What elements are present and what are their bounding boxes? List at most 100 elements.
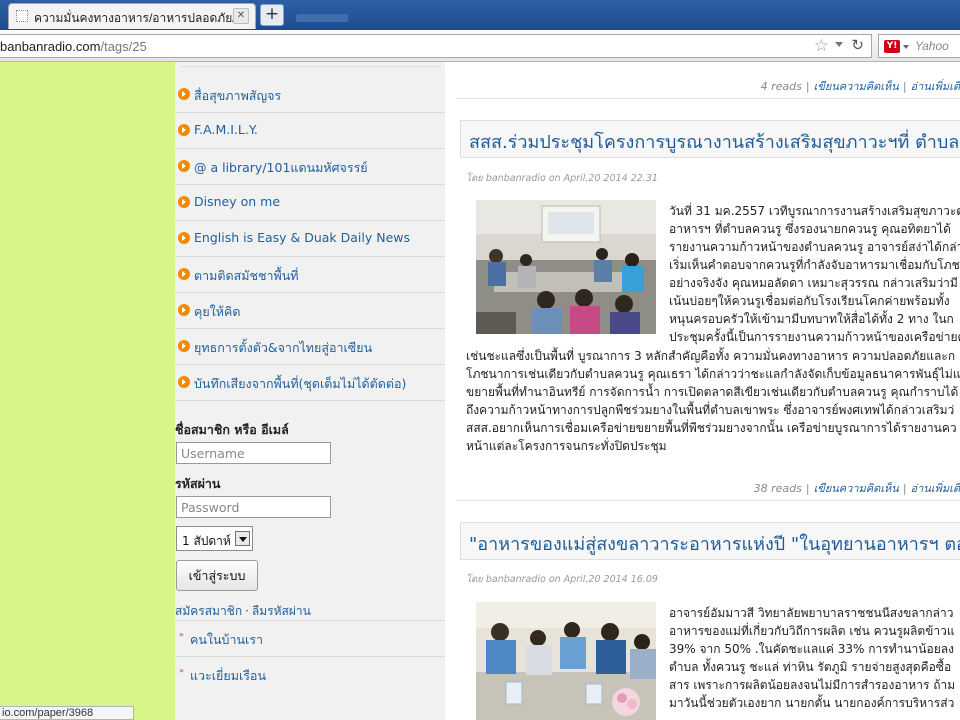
tab-title: ความมั่นคงทางอาหาร/อาหารปลอดภัย/โภช... [34,11,234,25]
menu-item-label[interactable]: Disney on me [194,194,280,209]
article-body-beside-photo: อาจารย์อัมมาวสี วิทยาลัยพยาบาลราชชนนีสงข… [669,604,955,712]
body-line: โภชนาการเช่นเดียวกับตำบลควนรู คุณเธรา ได… [466,367,960,381]
menu-item[interactable]: บันทึกเสียงจากพื้นที่(ชุดเต็มไม่ได้ตัดต่… [175,365,445,401]
remember-duration-select[interactable]: 1 สัปดาห์ [176,526,253,551]
password-input[interactable] [176,496,331,518]
menu-item[interactable]: Disney on me [175,185,445,221]
browser-tab[interactable]: ความมั่นคงทางอาหาร/อาหารปลอดภัย/โภช... ✕ [8,3,256,29]
new-tab-button[interactable]: + [260,4,284,26]
menu-item[interactable]: คุยให้คิด [175,293,445,329]
body-line: ขยายพื้นที่ทำนาอินทรีย์ การจัดการน้ำ การ… [466,385,959,399]
body-line: เริ่มเห็นคำตอบจากควนรูที่กำลังจับอาหารมา… [669,258,960,272]
forgot-password-link[interactable]: ลืมรหัสผ่าน [252,604,311,618]
orange-arrow-bullet-icon [178,88,190,100]
meeting-room-photo [476,200,656,334]
divider [456,98,960,99]
sub-menu-item-label[interactable]: คนในบ้านเรา [190,630,263,650]
body-line: เน้นบ่อยๆให้ควนรูเชื่อมต่อกับโรงเรียนโคก… [669,294,950,308]
menu-item-label[interactable]: @ a library/101แดนมหัศจรรย์ [194,158,368,178]
background-tab[interactable] [296,14,348,22]
body-line: มาวันนี้ช่วยตัวเองยาก นายกตั้น นายกองค์ก… [669,696,955,710]
article-meta-links: 38 reads | เขียนความคิดเห็น | อ่านเพิ่มเติ [753,482,960,495]
menu-item[interactable]: ตามติดสมัชชาพื้นที่ [175,257,445,293]
url-history-dropdown-icon[interactable] [835,42,843,47]
orange-arrow-bullet-icon [178,196,190,208]
body-line: ประชุมครั้งนี้เป็นการรายงานความก้าวหน้าข… [669,330,960,344]
menu-item[interactable]: English is Easy & Duak Daily News [175,221,445,257]
status-bar-url: io.com/paper/3968 [0,706,134,720]
remember-duration-value: 1 สัปดาห์ [182,534,231,548]
divider [456,500,960,501]
register-link[interactable]: สมัครสมาชิก [175,604,242,618]
body-line: หนุนครอบครัวให้เข้ามามีบทบาทให้สื่อได้ทั… [669,312,954,326]
meeting-photo [476,602,656,720]
comment-link[interactable]: เขียนความคิดเห็น [814,482,899,495]
article-title-box: "อาหารของแม่สู่สงขลาวาระอาหารแห่งปี "ในอ… [460,522,960,560]
body-line: ตำบล ทั้งควนรู ชะแล่ ท่าหิน รัตภูมิ รายจ… [669,660,952,674]
read-count: 38 reads [753,482,802,495]
menu-item-label[interactable]: English is Easy & Duak Daily News [194,230,410,245]
article-title-link[interactable]: "อาหารของแม่สู่สงขลาวาระอาหารแห่งปี "ในอ… [469,529,960,558]
article-byline: โดย banbanradio on April,20 2014 16.09 [466,574,658,585]
body-line: อาหารฯ ที่ตำบลควนรู ซึ่งรองนายกควนรู คุณ… [669,222,951,236]
login-button[interactable]: เข้าสู่ระบบ [176,560,258,591]
menu-item-label[interactable]: ยุทธการตั้งตัว&จากไทยสู่อาเซียน [194,338,372,358]
body-line: อาจารย์อัมมาวสี วิทยาลัยพยาบาลราชชนนีสงข… [669,606,954,620]
body-line: สสส.อยากเห็นการเชื่อมเครือข่ายขยายพื้นที… [466,421,957,435]
orange-arrow-bullet-icon [178,124,190,136]
orange-arrow-bullet-icon [178,160,190,172]
body-line: สาร เพราะการผลิตน้อยลงจนไม่มีการสำรองอาห… [669,678,956,692]
yahoo-logo-icon[interactable]: Y! [884,40,900,53]
search-engine-dropdown-icon[interactable] [903,45,909,49]
body-line: 39% จาก 50% .ในคัดชะแลแค่ 33% การทำนาน้อ… [669,642,954,656]
bookmark-star-icon[interactable]: ☆ [814,36,829,56]
orange-arrow-bullet-icon [178,340,190,352]
link-separator: · [245,604,249,618]
navigation-toolbar: banbanradio.com/tags/25 ☆ ↻ Y! Yahoo [0,30,960,62]
article-photo[interactable] [476,200,656,334]
menu-item[interactable]: ยุทธการตั้งตัว&จากไทยสู่อาเซียน [175,329,445,365]
password-label: รหัสผ่าน [175,476,221,491]
read-more-link[interactable]: อ่านเพิ่มเติ [911,482,960,495]
sub-menu-item[interactable]: » คนในบ้านเรา [175,620,445,656]
tab-close-icon[interactable]: ✕ [233,8,249,24]
menu-item-label[interactable]: สื่อสุขภาพสัญจร [194,86,281,106]
reload-icon[interactable]: ↻ [851,36,864,54]
body-line: หน้าแต่ละโครงการจนกระทั่งปิดประชุม [466,439,667,453]
left-background-panel [0,62,175,720]
orange-arrow-bullet-icon [178,376,190,388]
sub-menu-item[interactable]: » แวะเยี่ยมเรือน [175,656,445,692]
menu-item-label[interactable]: ตามติดสมัชชาพื้นที่ [194,266,299,286]
menu-item[interactable]: สื่อสุขภาพสัญจร [175,77,445,113]
body-line: อาหารของแม่ที่เกี่ยวกับวิถีการผลิต เช่น … [669,624,955,638]
menu-item[interactable]: @ a library/101แดนมหัศจรรย์ [175,149,445,185]
tab-bar: ความมั่นคงทางอาหาร/อาหารปลอดภัย/โภช... ✕… [0,0,960,30]
read-more-link[interactable]: อ่านเพิ่มเติ [911,80,960,93]
menu-item-label[interactable]: บันทึกเสียงจากพื้นที่(ชุดเต็มไม่ได้ตัดต่… [194,374,406,394]
menu-item-label[interactable]: F.A.M.I.L.Y. [194,122,258,137]
dropdown-arrow-icon[interactable] [235,531,250,546]
username-label: ชื่อสมาชิก หรือ อีเมล์ [175,422,289,437]
orange-arrow-bullet-icon [178,304,190,316]
comment-link[interactable]: เขียนความคิดเห็น [814,80,899,93]
red-arrow-icon: » [179,630,184,639]
menu-item-label[interactable]: คุยให้คิด [194,302,241,322]
article-body-full-width: เช่นชะแลซึ่งเป็นพื้นที่ บูรณาการ 3 หลักส… [466,347,960,455]
account-links: สมัครสมาชิก · ลืมรหัสผ่าน [175,602,311,621]
red-arrow-icon: » [179,666,184,675]
menu-item-cropped [181,62,441,67]
orange-arrow-bullet-icon [178,268,190,280]
web-page: สื่อสุขภาพสัญจร F.A.M.I.L.Y. @ a library… [0,62,960,720]
sub-menu-item-label[interactable]: แวะเยี่ยมเรือน [190,666,266,686]
article-title-link[interactable]: สสส.ร่วมประชุมโครงการบูรณางานสร้างเสริมส… [469,127,960,156]
search-box[interactable]: Y! Yahoo [878,34,960,58]
main-content: 4 reads | เขียนความคิดเห็น | อ่านเพิ่มเติ สส… [456,62,960,720]
orange-arrow-bullet-icon [178,232,190,244]
article-byline: โดย banbanradio on April,20 2014 22.31 [466,173,658,184]
address-bar[interactable]: banbanradio.com/tags/25 ☆ ↻ [0,34,872,58]
username-input[interactable] [176,442,331,464]
body-line: อย่างจริงจัง คุณหมอลัดดา เหมาะสุวรรณ กล่… [669,276,958,290]
url-text[interactable]: banbanradio.com/tags/25 [0,39,147,54]
menu-item[interactable]: F.A.M.I.L.Y. [175,113,445,149]
article-photo[interactable] [476,602,656,720]
